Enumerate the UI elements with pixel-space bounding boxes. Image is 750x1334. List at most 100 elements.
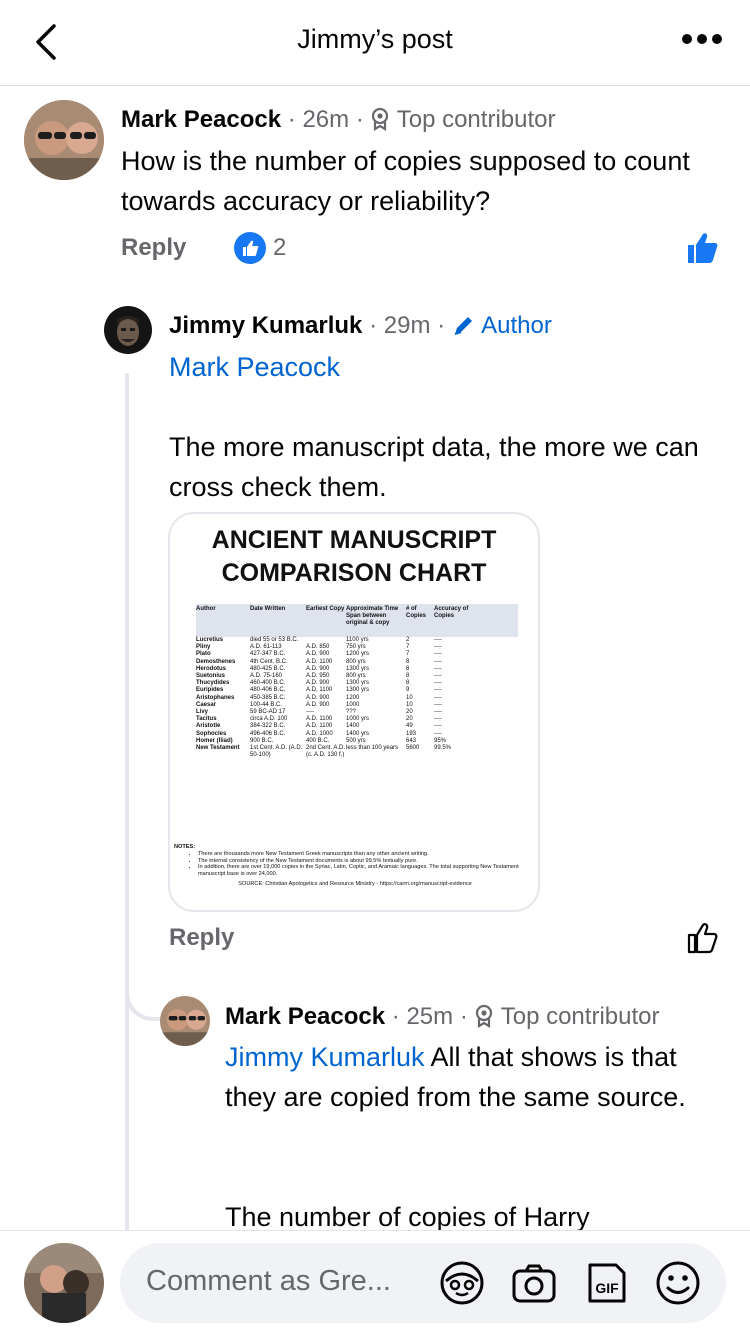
table-cell: Plato: [196, 651, 211, 658]
my-avatar[interactable]: [24, 1243, 104, 1323]
like-button-icon[interactable]: [686, 231, 720, 265]
table-cell: 5600: [406, 745, 420, 752]
table-cell: A.D. 900: [306, 701, 330, 708]
comment-placeholder: Comment as Gre...: [146, 1265, 391, 1297]
table-cell: 900 B.C.: [250, 737, 274, 744]
thread-line: [125, 373, 129, 1273]
avatar[interactable]: [104, 306, 152, 354]
source-line: SOURCE: Christian Apologetics and Resour…: [238, 880, 472, 887]
table-header: Author Date Written Earliest Copy Approxima…: [196, 604, 518, 637]
table-cell: 1300 yrs: [346, 665, 370, 672]
table-cell: 99.5%: [434, 745, 452, 752]
table-row: Aristotle 384-322 B.C. A.D. 1100 1400 49 ----: [196, 723, 518, 730]
table-cell: 1300 yrs: [346, 680, 370, 687]
table-cell: ----: [434, 644, 442, 651]
table-row: Homer (Iliad) 900 B.C. 400 B.C. 500 yrs 643 9…: [196, 738, 518, 745]
reply-button[interactable]: Reply: [121, 234, 186, 262]
badge-label: Top contributor: [396, 106, 556, 133]
camera-icon[interactable]: [510, 1259, 558, 1307]
table-cell: [306, 637, 346, 644]
table-cell: A.D. 950: [306, 673, 330, 680]
like-reaction-icon: [234, 232, 266, 264]
avatar[interactable]: [160, 996, 210, 1046]
comment-meta: Mark Peacock · 25m · Top contributor: [225, 1003, 660, 1030]
table-cell: Aristotle: [196, 723, 221, 730]
comment-text: The more manuscript data, the more we ca…: [169, 432, 699, 502]
table-row: Thucydides 460-400 B.C. A.D. 900 1300 yrs 8 -…: [196, 680, 518, 687]
table-cell: A.D. 900: [306, 651, 330, 658]
table-cell: 20: [406, 709, 413, 716]
table-cell: 95%: [434, 737, 447, 744]
note-item: There are thousands more New Testament G…: [198, 851, 536, 858]
note-item: The internal consistency of the New Test…: [198, 858, 536, 865]
table-cell: A.D. 850: [306, 644, 330, 651]
table-row: Demosthenes 4th Cent. B.C. A.D. 1100 800 yr…: [196, 659, 518, 666]
table-cell: A.D. 1000: [306, 730, 333, 737]
table-cell: Suetonius: [196, 673, 226, 680]
table-cell: Sophocles: [196, 730, 227, 737]
comment-text: How is the number of copies supposed to …: [121, 146, 690, 216]
commenter-name[interactable]: Mark Peacock: [121, 106, 281, 133]
attached-image[interactable]: ANCIENT MANUSCRIPT COMPARISON CHART Auth…: [168, 512, 540, 912]
table-row: New Testament 1st Cent. A.D. (A.D. 50-100…: [196, 745, 518, 759]
table-cell: New Testament: [196, 745, 240, 752]
note-item: In addition, there are over 19,000 copie…: [198, 864, 536, 878]
table-cell: A.D. 1100: [306, 687, 333, 694]
commenter-name[interactable]: Jimmy Kumarluk: [169, 312, 362, 339]
table-cell: ----: [434, 723, 442, 730]
gif-icon[interactable]: GIF: [582, 1259, 630, 1307]
table-cell: A.D. 1100: [306, 723, 333, 730]
table-cell: ----: [434, 673, 442, 680]
table-cell: 10: [406, 694, 413, 701]
column-header: Earliest Copy: [306, 606, 345, 612]
table-row: Caesar 100-44 B.C. A.D. 900 1000 10 ----: [196, 702, 518, 709]
table-cell: ???: [346, 709, 357, 716]
column-header: Author: [196, 606, 216, 612]
table-cell: Homer (Iliad): [196, 737, 233, 744]
reply-button[interactable]: Reply: [169, 924, 234, 952]
table-cell: Pliny: [196, 644, 211, 651]
table-cell: 49: [406, 723, 413, 730]
table-cell: Demosthenes: [196, 658, 236, 665]
mention-link[interactable]: Jimmy Kumarluk: [225, 1042, 425, 1072]
emoji-icon[interactable]: [654, 1259, 702, 1307]
table-cell: A.D. 61-113: [250, 644, 282, 651]
table-row: Pliny A.D. 61-113 A.D. 850 750 yrs 7 ----: [196, 644, 518, 651]
author-badge: Author: [481, 312, 552, 339]
comment-meta: Mark Peacock · 26m · Top contributor: [121, 106, 556, 133]
table-cell: 8: [406, 673, 410, 680]
comment-meta: Jimmy Kumarluk · 29m · Author: [169, 312, 552, 339]
table-cell: 800 yrs: [346, 673, 366, 680]
table-cell: 8: [406, 658, 410, 665]
comment-input[interactable]: Comment as Gre... GIF: [120, 1243, 726, 1323]
table-cell: 8: [406, 665, 410, 672]
avatar-sticker-icon[interactable]: [438, 1259, 486, 1307]
table-cell: A.D. 75-160: [250, 673, 283, 680]
manuscript-table: Author Date Written Earliest Copy Approxima…: [196, 604, 518, 759]
more-options-icon[interactable]: [682, 34, 722, 48]
like-count: 2: [273, 234, 287, 261]
image-title: ANCIENT MANUSCRIPT COMPARISON CHART: [211, 526, 497, 587]
table-row: Plato 427-347 B.C. A.D. 900 1200 yrs 7 ----: [196, 651, 518, 658]
table-row: Lucretius died 55 or 53 B.C. 1100 yrs 2 ----: [196, 637, 518, 644]
commenter-name[interactable]: Mark Peacock: [225, 1003, 385, 1030]
table-row: Euripides 480-406 B.C. A.D. 1100 1300 yrs 9 -…: [196, 687, 518, 694]
table-cell: 1000: [346, 701, 360, 708]
table-cell: Aristophanes: [196, 694, 235, 701]
like-outline-icon[interactable]: [686, 921, 720, 955]
comment-text: Jimmy Kumarluk All that shows is that th…: [225, 1042, 686, 1112]
thread-connector: [125, 965, 161, 1021]
avatar[interactable]: [24, 100, 104, 180]
table-cell: ----: [434, 701, 442, 708]
table-cell: 450-385 B.C.: [250, 694, 286, 701]
table-cell: A.D. 900: [306, 680, 330, 687]
table-cell: 20: [406, 716, 413, 723]
table-cell: 8: [406, 680, 410, 687]
table-cell: 1200: [346, 694, 360, 701]
table-cell: Tacitus: [196, 716, 217, 723]
table-cell: 460-400 B.C.: [250, 680, 286, 687]
table-cell: 427-347 B.C.: [250, 651, 286, 658]
table-row: Suetonius A.D. 75-160 A.D. 950 800 yrs 8 ----: [196, 673, 518, 680]
mention-link[interactable]: Mark Peacock: [169, 347, 340, 387]
table-cell: less than 100 years: [346, 745, 399, 752]
